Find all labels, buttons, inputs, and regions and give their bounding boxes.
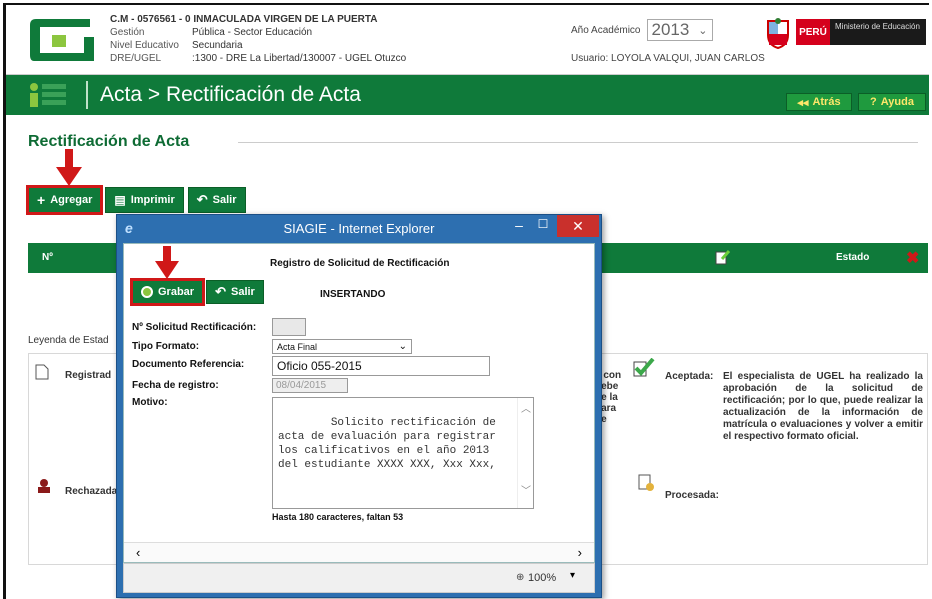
question-icon: ? <box>870 96 877 108</box>
tipo-formato-value: Acta Final <box>277 341 318 352</box>
chevron-down-icon: ⌄ <box>398 341 407 352</box>
year-label: Año Académico <box>571 24 641 36</box>
info-label: DRE/UGEL <box>110 53 162 64</box>
app-frame: C.M - 0576561 - 0 INMACULADA VIRGEN DE L… <box>3 3 929 599</box>
motivo-label: Motivo: <box>132 397 168 408</box>
column-number: Nº <box>42 252 53 263</box>
red-arrow-annotation-icon <box>56 149 82 186</box>
column-estado: Estado <box>836 252 870 263</box>
dialog-exit-label: Salir <box>230 286 255 298</box>
save-label: Grabar <box>158 286 195 298</box>
peru-label: PERÚ <box>796 19 830 45</box>
mode-indicator: INSERTANDO <box>320 289 386 300</box>
red-arrow-annotation-icon <box>155 246 179 279</box>
header: C.M - 0576561 - 0 INMACULADA VIRGEN DE L… <box>6 5 929 75</box>
window-titlebar[interactable]: e SIAGIE - Internet Explorer – ☐ ✕ <box>117 215 601 243</box>
info-value: Pública - Sector Educación <box>192 27 313 38</box>
info-label: Nivel Educativo <box>110 40 179 51</box>
page-title: Rectificación de Acta <box>28 133 190 150</box>
year-value: 2013 <box>651 20 690 39</box>
legend-aceptada-text: El especialista de UGEL ha realizado la … <box>723 371 923 442</box>
legend-procesada-label: Procesada: <box>665 490 719 501</box>
exit-button[interactable]: ↶ Salir <box>187 187 246 213</box>
peru-shield-icon <box>767 18 789 49</box>
module-title: Acta > Rectificación de Acta <box>100 83 361 106</box>
legend-aceptada-label: Aceptada: <box>665 371 714 382</box>
add-label: Agregar <box>50 194 93 206</box>
siagie-logo <box>30 19 94 61</box>
chevron-down-icon: ⌄ <box>698 24 708 37</box>
printer-icon: ▤ <box>114 193 126 207</box>
documento-referencia-input[interactable]: Oficio 055-2015 <box>272 356 490 376</box>
zoom-level[interactable]: 100% <box>528 572 556 584</box>
main-toolbar: + Agregar ▤ Imprimir ↶ Salir <box>25 185 246 215</box>
legend-registrada: Registrad <box>65 370 112 381</box>
legend-rechazada: Rechazada <box>65 486 118 497</box>
scroll-right-icon[interactable]: › <box>578 545 582 560</box>
institution-info: C.M - 0576561 - 0 INMACULADA VIRGEN DE L… <box>110 13 406 65</box>
year-selector: Año Académico 2013 ⌄ <box>571 19 713 41</box>
close-icon[interactable]: ✕ <box>557 215 599 237</box>
documento-referencia-label: Documento Referencia: <box>132 359 245 370</box>
back-button[interactable]: ◂◂ Atrás <box>786 93 852 111</box>
char-counter: Hasta 180 caracteres, faltan 53 <box>272 512 404 522</box>
info-value: Secundaria <box>192 40 243 51</box>
textarea-scrollbar[interactable]: ︿ ﹀ <box>517 398 533 508</box>
user-info: Usuario: LOYOLA VALQUI, JUAN CARLOS <box>571 53 765 64</box>
ministry-label: Ministerio de Educación <box>830 19 926 45</box>
save-button[interactable]: Grabar <box>129 278 206 306</box>
motivo-textarea[interactable]: Solicito rectificación de acta de evalua… <box>272 397 534 509</box>
horizontal-scrollbar[interactable]: ‹ › <box>124 542 594 562</box>
document-icon <box>35 364 49 380</box>
zoom-dropdown-icon[interactable]: ▾ <box>570 570 575 581</box>
fecha-registro-field: 08/04/2015 <box>272 378 348 393</box>
save-icon <box>141 286 153 298</box>
tipo-formato-select[interactable]: Acta Final ⌄ <box>272 339 412 354</box>
processed-document-icon <box>638 474 654 491</box>
dialog-heading: Registro de Solicitud de Rectificación <box>270 258 450 269</box>
nro-solicitud-field <box>272 318 306 336</box>
dialog-exit-button[interactable]: ↶ Salir <box>206 280 264 304</box>
check-icon <box>633 358 655 377</box>
print-label: Imprimir <box>130 194 175 206</box>
help-button[interactable]: ? Ayuda <box>858 93 926 111</box>
exit-label: Salir <box>212 194 237 206</box>
stamp-icon <box>38 479 50 493</box>
plus-icon: + <box>37 192 46 208</box>
divider <box>86 81 88 109</box>
fecha-registro-label: Fecha de registro: <box>132 380 219 391</box>
tipo-formato-label: Tipo Formato: <box>132 341 200 352</box>
scroll-down-icon: ﹀ <box>521 487 531 498</box>
module-titlebar: Acta > Rectificación de Acta ◂◂ Atrás ? … <box>6 75 929 115</box>
print-button[interactable]: ▤ Imprimir <box>105 187 184 213</box>
info-value: :1300 - DRE La Libertad/130007 - UGEL Ot… <box>192 53 407 64</box>
exit-arrow-icon: ↶ <box>215 284 226 299</box>
menu-icon[interactable] <box>28 82 68 108</box>
back-arrow-icon: ◂◂ <box>797 96 809 109</box>
dialog-content: Registro de Solicitud de Rectificación G… <box>123 243 595 563</box>
legend-title: Leyenda de Estad <box>28 335 109 346</box>
year-select[interactable]: 2013 ⌄ <box>646 19 713 41</box>
divider <box>238 142 918 143</box>
institution-name: C.M - 0576561 - 0 INMACULADA VIRGEN DE L… <box>110 14 378 25</box>
minimize-icon[interactable]: – <box>509 217 529 237</box>
back-label: Atrás <box>812 96 841 108</box>
info-label: Gestión <box>110 27 145 38</box>
edit-icon <box>715 250 730 265</box>
nro-solicitud-label: Nº Solicitud Rectificación: <box>132 322 257 333</box>
help-label: Ayuda <box>880 96 914 108</box>
exit-arrow-icon: ↶ <box>196 192 208 207</box>
motivo-text: Solicito rectificación de acta de evalua… <box>278 417 503 471</box>
add-button[interactable]: + Agregar <box>25 185 104 215</box>
minedu-logo: PERÚ Ministerio de Educación <box>796 19 926 45</box>
scroll-left-icon[interactable]: ‹ <box>136 545 140 560</box>
maximize-icon[interactable]: ☐ <box>533 217 553 237</box>
delete-icon: ✖ <box>906 250 920 267</box>
ie-popup-window: e SIAGIE - Internet Explorer – ☐ ✕ Regis… <box>116 214 602 598</box>
zoom-icon: ⊕ <box>516 572 525 583</box>
scroll-up-icon: ︿ <box>521 405 531 416</box>
ie-status-bar: ⊕ 100% ▾ <box>123 563 595 593</box>
dialog-toolbar: Grabar ↶ Salir <box>129 278 264 306</box>
